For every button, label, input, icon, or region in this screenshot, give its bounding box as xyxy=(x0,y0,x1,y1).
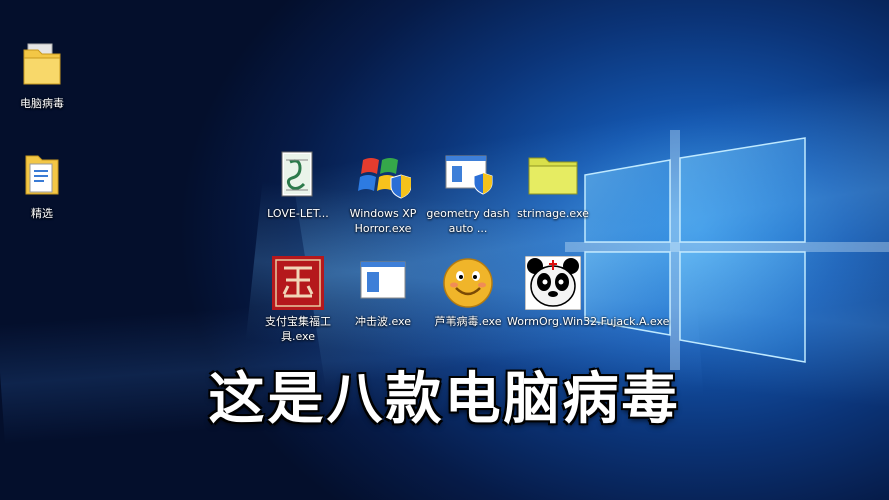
icon-label: WormOrg.Win32.Fujack.A.exe xyxy=(507,315,670,328)
icon-label: strimage.exe xyxy=(517,207,589,220)
script-icon xyxy=(270,148,326,202)
desktop-icon-alipay-tool[interactable]: 支付宝集福工具.exe xyxy=(250,256,346,344)
desktop-icon-featured-folder[interactable]: 精选 xyxy=(0,148,90,221)
icon-label: 精选 xyxy=(31,207,53,220)
icon-label: 电脑病毒 xyxy=(20,97,64,110)
icon-label: 冲击波.exe xyxy=(354,315,411,328)
folder-icon xyxy=(14,38,70,92)
desktop-icon-love-letter[interactable]: LOVE-LET... xyxy=(250,148,346,221)
desktop-icon-fujack-worm[interactable]: WormOrg.Win32.Fujack.A.exe xyxy=(505,256,670,329)
video-caption: 这是八款电脑病毒 xyxy=(208,367,681,432)
icon-label: LOVE-LET... xyxy=(267,207,329,220)
panda-icon xyxy=(525,256,581,310)
windows-logo-light xyxy=(565,130,889,370)
red-seal-icon xyxy=(270,256,326,310)
icon-label: 芦苇病毒.exe xyxy=(434,315,502,328)
desktop-icon-geometry-dash[interactable]: geometry dash auto ... xyxy=(420,148,516,236)
windows-flag-shield-icon xyxy=(355,148,411,202)
yellow-folder-icon xyxy=(525,148,581,202)
desktop-icon-strimage[interactable]: strimage.exe xyxy=(505,148,601,221)
app-window-shield-icon xyxy=(440,148,496,202)
folder-document-icon xyxy=(14,148,70,202)
desktop-icon-reed-virus[interactable]: 芦苇病毒.exe xyxy=(420,256,516,329)
desktop-icon-blaster[interactable]: 冲击波.exe xyxy=(335,256,431,329)
smiley-face-icon xyxy=(440,256,496,310)
icon-label: geometry dash auto ... xyxy=(426,207,510,235)
app-window-icon xyxy=(355,256,411,310)
icon-label: Windows XP Horror.exe xyxy=(349,207,417,235)
icon-label: 支付宝集福工具.exe xyxy=(265,315,331,343)
desktop-icon-windows-xp-horror[interactable]: Windows XP Horror.exe xyxy=(335,148,431,236)
desktop-icon-virus-folder[interactable]: 电脑病毒 xyxy=(0,38,90,111)
